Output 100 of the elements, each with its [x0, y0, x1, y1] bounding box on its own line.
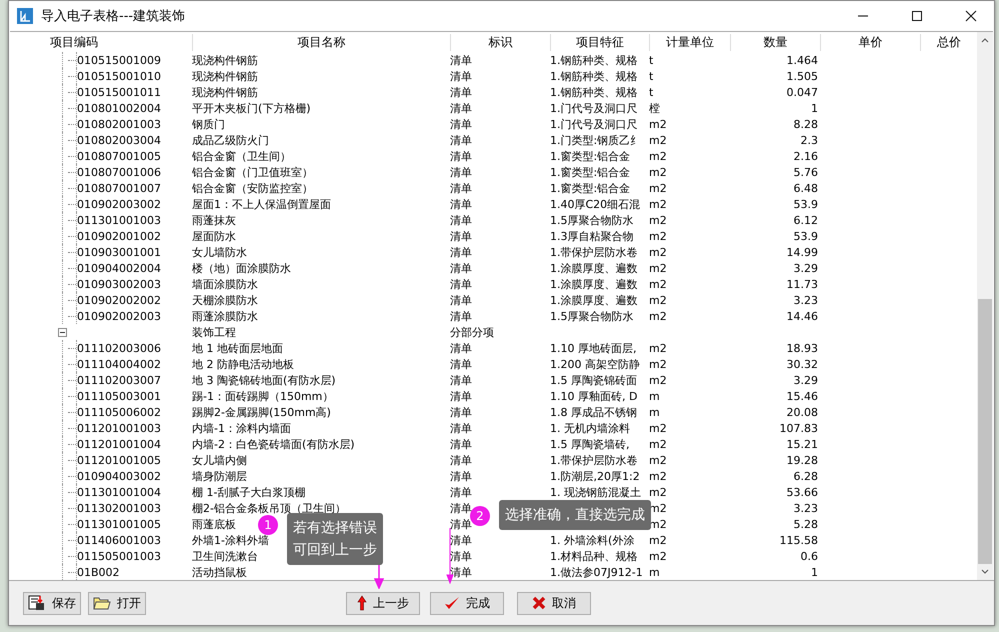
item-code: 010904003002: [77, 470, 161, 482]
item-type-text: 清单: [450, 404, 472, 420]
item-type-text: 清单: [450, 420, 472, 436]
item-feature: 1.5厚聚合物防水: [550, 308, 634, 324]
item-code: 010902002002: [77, 294, 161, 306]
item-code: 010902001002: [77, 230, 161, 242]
item-quantity: 8.28: [792, 118, 819, 130]
save-button[interactable]: 保存: [23, 592, 81, 614]
item-code: 011104004002: [77, 358, 161, 370]
item-unit: m: [649, 406, 660, 418]
item-quantity: 53.9: [792, 198, 819, 210]
item-name: 踢脚2-金属踢脚(150mm高): [192, 404, 331, 420]
item-type-text: 清单: [450, 100, 472, 116]
item-unit: m2: [649, 294, 667, 306]
item-feature: 1.钢筋种类、规格: [550, 52, 638, 68]
item-name: 雨蓬涂膜防水: [192, 308, 258, 324]
column-header[interactable]: 项目特征: [550, 34, 649, 50]
group-type-text: 分部分项: [450, 324, 494, 340]
item-type-text: 清单: [450, 484, 472, 500]
item-name: 楼（地）面涂膜防水: [192, 260, 291, 276]
item-name: 屋面1：不上人保温倒置屋面: [192, 196, 331, 212]
item-name: 天棚涂膜防水: [192, 292, 258, 308]
item-feature: 1.窗类型:铝合金: [550, 164, 630, 180]
item-type-text: 清单: [450, 196, 472, 212]
item-type-text: 清单: [450, 52, 472, 68]
item-quantity: 107.83: [778, 422, 819, 434]
item-quantity: 14.99: [786, 246, 819, 258]
open-button[interactable]: 打开: [88, 592, 146, 614]
item-feature: 1.钢筋种类、规格: [550, 84, 638, 100]
item-feature: 1.做法参07J912-1: [550, 564, 643, 580]
item-feature: 1.8 厚成品不锈钢: [550, 404, 637, 420]
item-code: 010802003004: [77, 134, 161, 146]
item-code: 011301001004: [77, 486, 161, 498]
item-unit: m2: [649, 358, 667, 370]
column-header[interactable]: 标识: [450, 34, 550, 50]
up-arrow-icon: [357, 595, 367, 611]
item-name: 现浇构件钢筋: [192, 52, 258, 68]
collapse-toggle[interactable]: [58, 328, 67, 336]
scrollbar[interactable]: [977, 32, 993, 580]
item-code: 011201001004: [77, 438, 161, 450]
item-feature: 1.10 厚釉面砖, D: [550, 388, 638, 404]
item-unit: m2: [649, 214, 667, 226]
back-button[interactable]: 上一步: [346, 592, 420, 614]
item-name: 墙身防潮层: [192, 468, 247, 484]
column-header[interactable]: 项目编码: [10, 34, 192, 50]
item-code: 010902003002: [77, 198, 161, 210]
item-unit: m2: [649, 454, 667, 466]
cancel-button[interactable]: 取消: [517, 592, 591, 614]
column-header[interactable]: 计量单位: [649, 34, 730, 50]
item-quantity: 1.505: [786, 70, 819, 82]
item-type-text: 清单: [450, 244, 472, 260]
item-unit: t: [649, 86, 654, 98]
hint-text: 可回到上一步: [293, 541, 377, 560]
item-type-text: 清单: [450, 388, 472, 404]
item-code: 010807001007: [77, 182, 161, 194]
column-header[interactable]: 单价: [820, 34, 920, 50]
item-type-text: 清单: [450, 68, 472, 84]
column-header[interactable]: 项目名称: [192, 34, 450, 50]
item-type-text: 清单: [450, 292, 472, 308]
item-feature: 1.涂膜厚度、遍数: [550, 276, 638, 292]
finish-button[interactable]: 完成: [430, 592, 504, 614]
item-name: 平开木夹板门(下方格栅): [192, 100, 311, 116]
item-type-text: 清单: [450, 228, 472, 244]
item-code: 011102003007: [77, 374, 161, 386]
column-header[interactable]: 数量: [730, 34, 820, 50]
item-type-text: 清单: [450, 308, 472, 324]
item-code: 011105006002: [77, 406, 161, 418]
item-code: 011302001003: [77, 502, 161, 514]
item-feature: 1.防潮层,20厚1:2: [550, 468, 640, 484]
item-quantity: 5.28: [792, 518, 819, 530]
item-code: 011102003006: [77, 342, 161, 354]
item-unit: m2: [649, 534, 667, 546]
item-quantity: 5.76: [792, 166, 819, 178]
item-unit: m2: [649, 246, 667, 258]
item-name: 雨蓬底板: [192, 516, 236, 532]
item-quantity: 53.66: [786, 486, 819, 498]
item-name: 内墙-1：涂料内墙面: [192, 420, 291, 436]
item-code: 011505001003: [77, 550, 161, 562]
item-unit: m2: [649, 166, 667, 178]
item-code: 010903001001: [77, 246, 161, 258]
item-unit: m2: [649, 470, 667, 482]
item-type-text: 清单: [450, 372, 472, 388]
item-type-text: 清单: [450, 532, 472, 548]
maximize-icon: [911, 10, 923, 22]
item-name: 女儿墙内侧: [192, 452, 247, 468]
item-code: 010902002003: [77, 310, 161, 322]
item-feature: 1.5厚聚合物防水: [550, 212, 634, 228]
item-unit: m2: [649, 118, 667, 130]
item-unit: m2: [649, 262, 667, 274]
item-name: 外墙1-涂料外墙: [192, 532, 269, 548]
item-name: 棚 1-刮腻子大白浆顶棚: [192, 484, 306, 500]
item-type-text: 清单: [450, 84, 472, 100]
item-feature: 1.5 厚陶瓷墙砖,: [550, 436, 630, 452]
item-unit: m2: [649, 182, 667, 194]
item-quantity: 30.32: [786, 358, 819, 370]
item-quantity: 3.29: [792, 374, 819, 386]
item-code: 011301001005: [77, 518, 161, 530]
item-code: 010904002004: [77, 262, 161, 274]
item-quantity: 20.08: [786, 406, 819, 418]
item-unit: t: [649, 54, 654, 66]
